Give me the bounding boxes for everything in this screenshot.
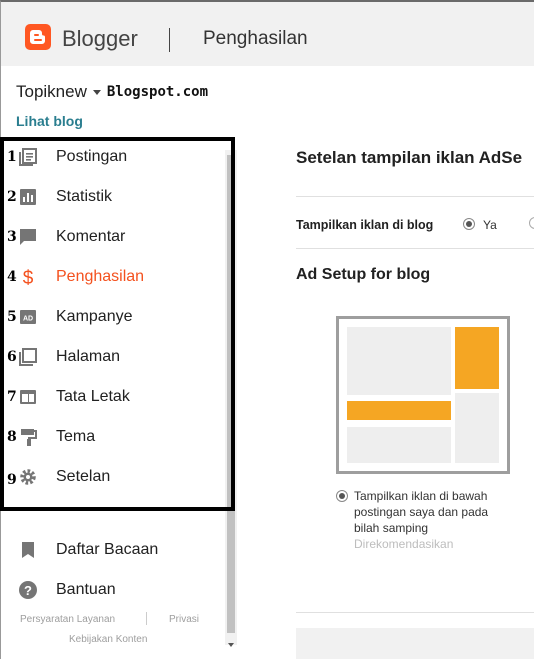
divider (296, 612, 534, 613)
content-block (347, 427, 451, 463)
blogger-logo-icon[interactable] (25, 24, 51, 50)
recommended-label: Direkomendasikan (354, 537, 454, 551)
show-ads-no-radio[interactable] (529, 217, 534, 229)
terms-link[interactable]: Persyaratan Layanan (20, 614, 115, 625)
blog-domain: Blogspot.com (106, 84, 209, 100)
content-block (347, 327, 451, 395)
ad-placement-radio[interactable] (336, 490, 348, 502)
svg-text:?: ? (24, 583, 32, 598)
scroll-down-arrow-icon[interactable] (228, 643, 234, 647)
help-icon: ? (18, 580, 38, 600)
privacy-link[interactable]: Privasi (169, 614, 199, 625)
highlight-frame (0, 137, 235, 511)
divider (296, 196, 534, 197)
top-app-bar: Blogger Penghasilan (0, 0, 534, 66)
sidebar-item-label: Daftar Bacaan (56, 541, 159, 558)
section-title: Setelan tampilan iklan AdSe (296, 148, 523, 167)
content-policy-link[interactable]: Kebijakan Konten (69, 634, 147, 645)
view-blog-link[interactable]: Lihat blog (16, 113, 83, 129)
brand-name: Blogger (62, 26, 138, 51)
blog-name: Topiknew (16, 82, 87, 101)
header-divider (169, 28, 170, 52)
show-ads-yes-radio[interactable] (463, 218, 475, 230)
bookmark-icon (18, 540, 38, 560)
sidebar-item-daftar-bacaan[interactable]: Daftar Bacaan (0, 530, 222, 570)
sidebar-block (455, 393, 499, 463)
footer-divider (146, 612, 147, 625)
sidebar-item-bantuan[interactable]: ? Bantuan (0, 570, 222, 610)
page-title: Penghasilan (203, 28, 308, 49)
show-ads-yes-label[interactable]: Ya (483, 218, 497, 232)
ad-slot-sidebar (455, 327, 499, 389)
ad-slot-below-post (347, 401, 451, 420)
ad-layout-preview[interactable] (336, 316, 510, 474)
show-ads-label: Tampilkan iklan di blog (296, 218, 434, 232)
bottom-panel (296, 628, 534, 659)
sidebar-item-label: Bantuan (56, 581, 116, 598)
ad-placement-option[interactable]: Tampilkan iklan di bawah postingan saya … (354, 488, 514, 552)
ad-placement-label: Tampilkan iklan di bawah postingan saya … (354, 489, 489, 535)
divider (296, 248, 534, 249)
ad-setup-title: Ad Setup for blog (296, 266, 431, 283)
caret-down-icon (92, 89, 101, 95)
blog-selector[interactable]: Topiknew Blogspot.com (16, 82, 208, 102)
